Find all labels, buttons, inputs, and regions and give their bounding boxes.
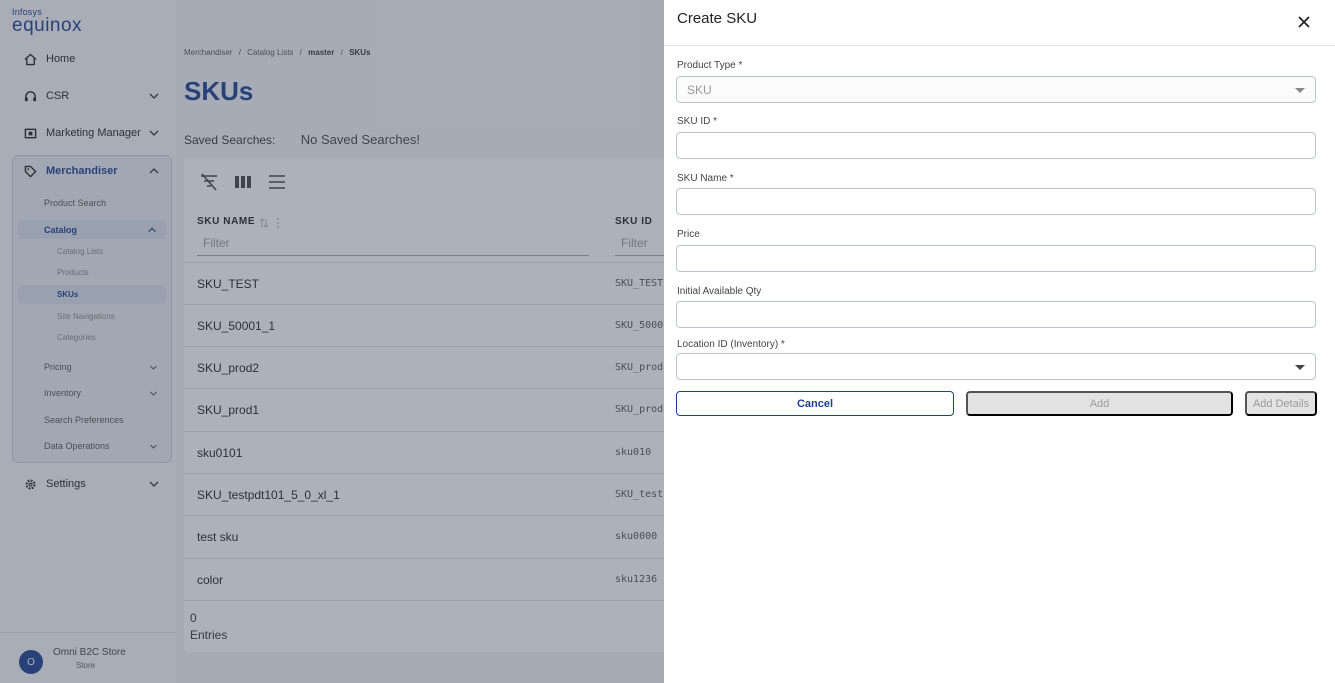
add-details-button[interactable]: Add Details [1245, 391, 1317, 416]
dropdown-arrow-icon [1295, 365, 1305, 370]
dropdown-arrow-icon [1295, 88, 1305, 93]
location-id-label: Location ID (Inventory) * [677, 339, 785, 350]
close-icon[interactable] [1296, 14, 1312, 30]
price-label: Price [677, 229, 700, 240]
product-type-select[interactable]: SKU [676, 76, 1316, 103]
add-button[interactable]: Add [966, 391, 1233, 416]
sku-id-input[interactable] [676, 132, 1316, 159]
sku-name-input[interactable] [676, 188, 1316, 215]
product-type-value: SKU [687, 82, 712, 97]
sku-id-label: SKU ID * [677, 116, 718, 127]
create-sku-drawer: Create SKU Product Type * SKU SKU ID * S… [664, 0, 1335, 683]
sku-name-label: SKU Name * [677, 173, 734, 184]
location-id-select[interactable] [676, 353, 1316, 380]
cancel-button[interactable]: Cancel [676, 391, 954, 416]
initial-qty-input[interactable] [676, 301, 1316, 328]
price-input[interactable] [676, 245, 1316, 272]
initial-qty-label: Initial Available Qty [677, 286, 762, 297]
drawer-divider [664, 45, 1335, 46]
drawer-title: Create SKU [677, 10, 758, 27]
modal-backdrop[interactable] [0, 0, 664, 683]
product-type-label: Product Type * [677, 60, 743, 71]
